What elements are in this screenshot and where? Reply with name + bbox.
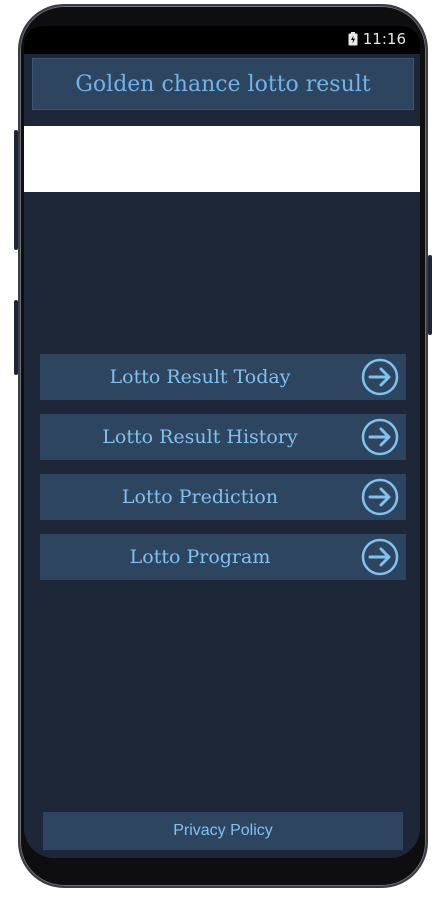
privacy-policy-label: Privacy Policy [173,822,273,839]
page-title: Golden chance lotto result [75,71,371,97]
app-screen: 11:16 Golden chance lotto result Lotto R… [24,26,420,858]
arrow-right-circle-icon [360,357,400,397]
lotto-result-history-button[interactable]: Lotto Result History [40,414,406,460]
ad-banner[interactable] [24,126,420,192]
menu-item-label: Lotto Prediction [121,486,279,508]
arrow-right-circle-icon [360,477,400,517]
status-indicators: 11:16 [348,30,406,48]
app-header: Golden chance lotto result [32,58,414,110]
lotto-result-today-button[interactable]: Lotto Result Today [40,354,406,400]
lotto-program-button[interactable]: Lotto Program [40,534,406,580]
menu-item-label: Lotto Result Today [109,366,291,388]
privacy-policy-button[interactable]: Privacy Policy [43,812,403,850]
status-bar: 11:16 [24,26,420,54]
menu-item-label: Lotto Result History [102,426,298,448]
lotto-prediction-button[interactable]: Lotto Prediction [40,474,406,520]
power-side-button [428,255,432,335]
battery-icon [348,32,358,46]
arrow-right-circle-icon [360,417,400,457]
menu-item-label: Lotto Program [129,546,271,568]
status-time: 11:16 [362,30,406,48]
arrow-right-circle-icon [360,537,400,577]
